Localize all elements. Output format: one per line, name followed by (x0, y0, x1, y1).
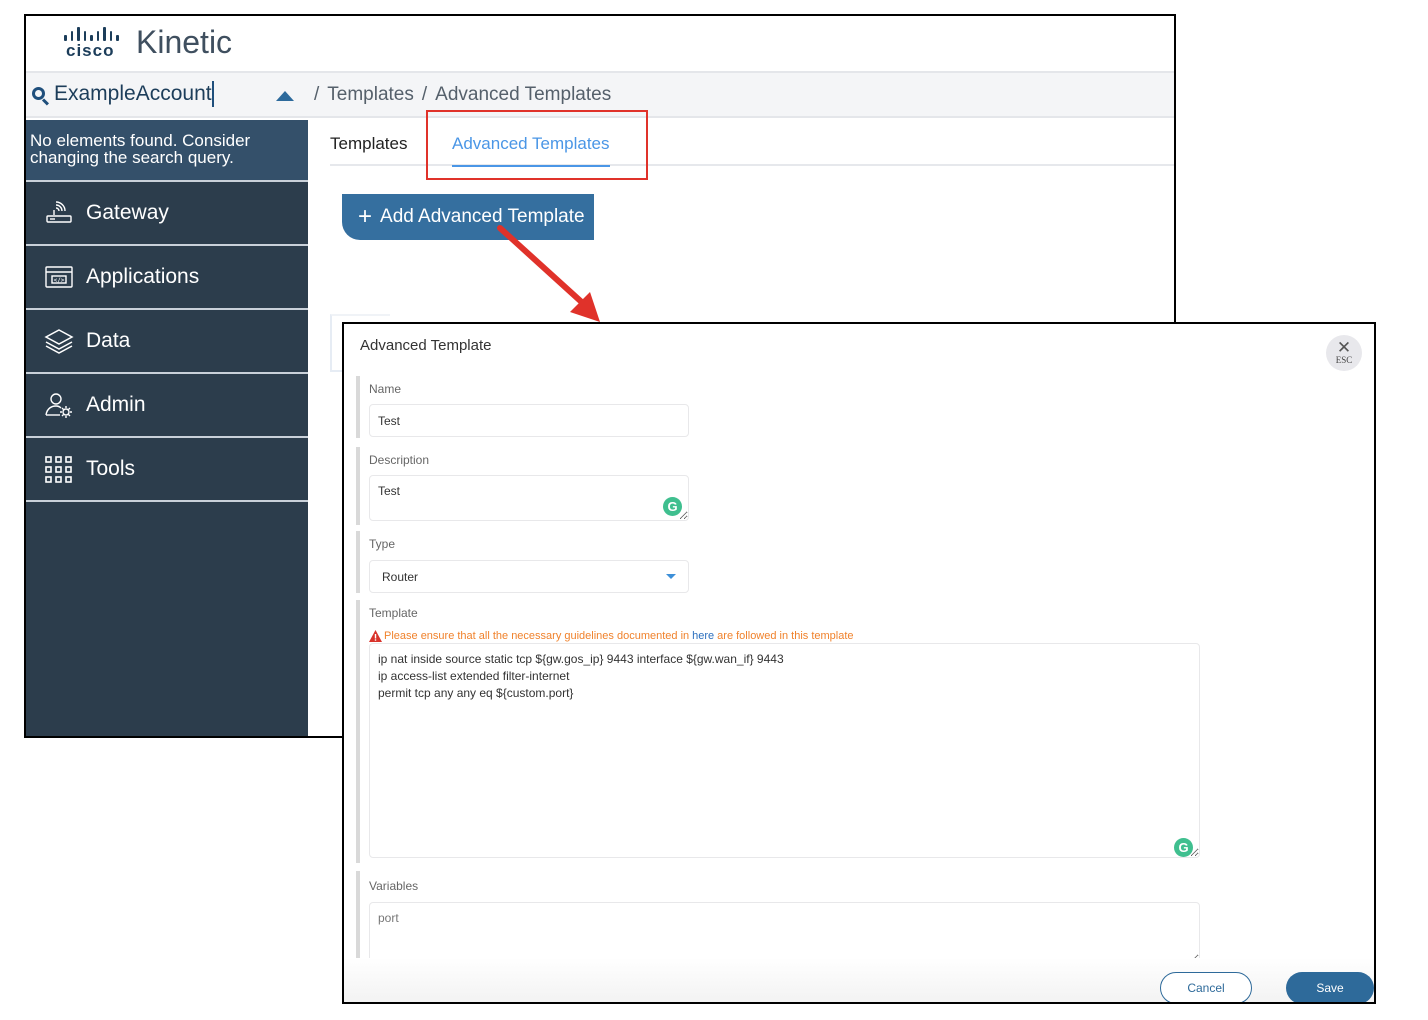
sidebar-item-gateway[interactable]: Gateway (26, 182, 308, 246)
type-select[interactable]: Router (369, 560, 689, 593)
sidebar: No elements found. Consider changing the… (26, 120, 308, 736)
variables-field-group: Variables (356, 871, 1200, 965)
account-search-input[interactable] (54, 81, 214, 107)
svg-text:</>: </> (54, 277, 65, 284)
sidebar-item-label: Tools (86, 457, 136, 480)
breadcrumb-separator: / (421, 84, 428, 105)
account-search (30, 81, 214, 107)
close-button[interactable]: ✕ ESC (1326, 335, 1362, 371)
brand-name: cisco (66, 40, 115, 60)
type-label: Type (369, 537, 396, 551)
name-label: Name (369, 382, 402, 396)
breadcrumb-item-advanced-templates: Advanced Templates (435, 84, 612, 105)
description-textarea[interactable] (369, 475, 689, 521)
product-name: Kinetic (136, 24, 233, 60)
variables-label: Variables (369, 879, 419, 893)
sidebar-item-admin[interactable]: Admin (26, 374, 308, 438)
cancel-button[interactable]: Cancel (1160, 972, 1252, 1002)
subheader: / Templates / Advanced Templates (26, 73, 1174, 118)
sidebar-item-tools[interactable]: Tools (26, 438, 308, 502)
warning-text-after: are followed in this template (717, 630, 854, 642)
sidebar-item-label: Data (86, 329, 131, 352)
name-input[interactable] (369, 404, 689, 437)
sidebar-item-label: Admin (86, 393, 146, 416)
tab-advanced-templates[interactable]: Advanced Templates (452, 134, 610, 167)
breadcrumb-separator: / (314, 84, 320, 105)
grammarly-icon[interactable]: G (663, 497, 682, 516)
type-field-group: Type Router (356, 531, 689, 593)
add-button-label: Add Advanced Template (380, 206, 585, 227)
router-icon (44, 198, 74, 228)
advanced-template-dialog: Advanced Template ✕ ESC Name Description… (342, 322, 1376, 1004)
variables-textarea[interactable] (369, 902, 1200, 964)
template-warning: Please ensure that all the necessary gui… (369, 630, 1200, 642)
sidebar-item-label: Gateway (86, 201, 169, 224)
caret-up-icon[interactable] (276, 91, 294, 101)
search-icon (30, 83, 52, 106)
type-selected-value: Router (382, 569, 419, 584)
warning-text-before: Please ensure that all the necessary gui… (384, 630, 690, 642)
tab-templates[interactable]: Templates (330, 134, 407, 154)
description-field-group: Description (356, 447, 689, 525)
plus-icon: + (358, 203, 373, 230)
sidebar-item-applications[interactable]: </> Applications (26, 246, 308, 310)
description-label: Description (369, 453, 430, 467)
layers-icon (44, 326, 74, 356)
template-field-group: Template Please ensure that all the nece… (356, 600, 1200, 863)
close-label: ESC (1335, 355, 1353, 365)
name-field-group: Name (356, 376, 689, 438)
code-window-icon: </> (44, 262, 74, 292)
template-label: Template (369, 606, 418, 620)
warning-icon (369, 630, 382, 642)
grid-icon (44, 454, 74, 484)
breadcrumb-item-templates[interactable]: Templates (327, 84, 414, 106)
user-gear-icon (44, 390, 74, 420)
cisco-logo-icon: cisco (62, 25, 126, 61)
logo[interactable]: cisco Kinetic (62, 24, 232, 61)
guidelines-link[interactable]: here (692, 630, 714, 642)
search-empty-message: No elements found. Consider changing the… (26, 120, 308, 182)
close-icon: ✕ (1336, 338, 1352, 357)
template-textarea[interactable] (369, 643, 1200, 858)
add-advanced-template-button[interactable]: + Add Advanced Template (342, 194, 594, 240)
tab-bar: Templates Advanced Templates (330, 120, 1174, 167)
grammarly-icon[interactable]: G (1174, 838, 1193, 857)
breadcrumb: / Templates / Advanced Templates (314, 84, 611, 106)
save-button[interactable]: Save (1286, 972, 1374, 1002)
sidebar-item-label: Applications (86, 265, 200, 288)
sidebar-item-data[interactable]: Data (26, 310, 308, 374)
dialog-title: Advanced Template (360, 337, 492, 354)
chevron-down-icon (666, 574, 676, 579)
app-header: cisco Kinetic (26, 16, 1174, 73)
